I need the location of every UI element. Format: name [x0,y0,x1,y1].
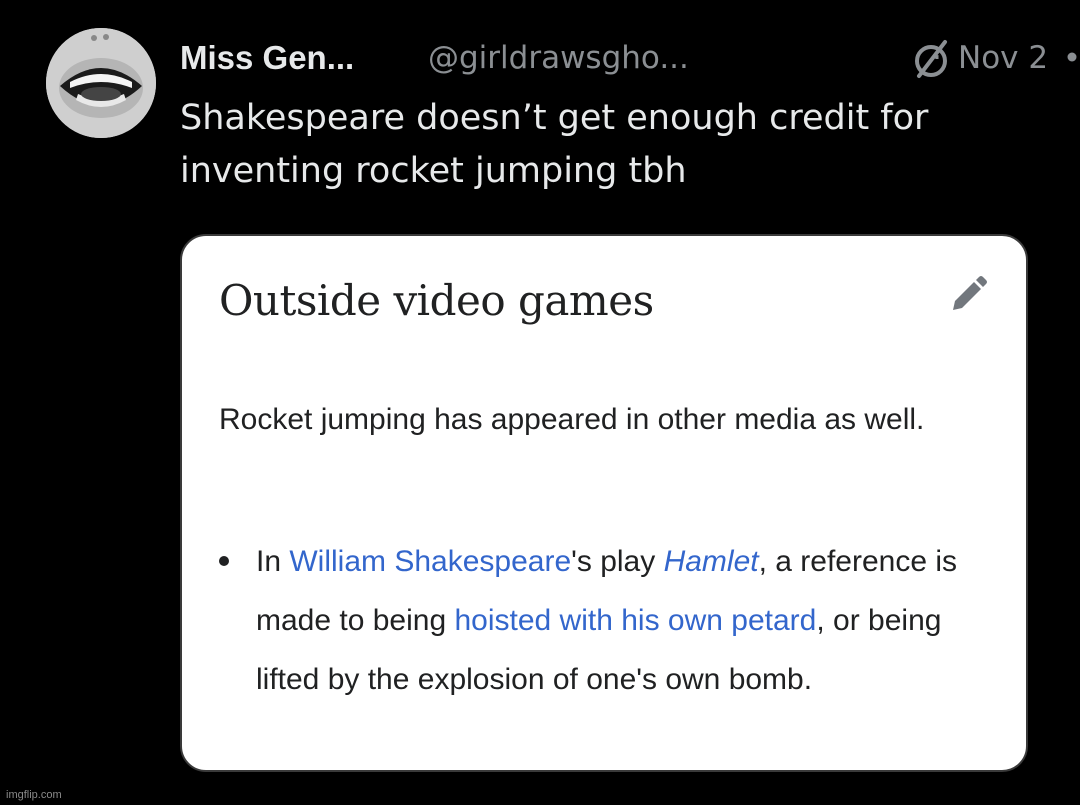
avatar[interactable] [46,28,156,138]
more-icon[interactable] [1065,44,1080,70]
link-william-shakespeare[interactable]: William Shakespeare [289,545,571,578]
tweet-text: Shakespeare doesn’t get enough credit fo… [180,98,929,191]
list-text-part: In [256,545,290,578]
section-heading: Outside video games [219,276,654,325]
watermark: imgflip.com [6,789,62,801]
crossed-circle-icon [915,40,947,78]
user-handle[interactable]: @girldrawsgho... [428,34,689,82]
bullet-marker [219,556,229,566]
tweet-date[interactable]: Nov 2 [958,34,1048,82]
tweet-header: Miss Gen... @girldrawsgho... · Nov 2 [180,34,1077,82]
intro-paragraph: Rocket jumping has appeared in other med… [219,403,925,436]
attached-image-card[interactable]: Outside video games Rocket jumping has a… [180,234,1028,772]
avatar-photo [46,28,156,138]
pencil-icon[interactable] [945,272,991,318]
display-name[interactable]: Miss Gen... [180,34,354,82]
list-text-part: 's play [571,545,664,578]
link-hamlet[interactable]: Hamlet [664,545,759,578]
link-hoisted-with-his-own-petard[interactable]: hoisted with his own petard [454,604,816,637]
list-item-text: In William Shakespeare's play Hamlet, a … [256,532,989,709]
list-item: In William Shakespeare's play Hamlet, a … [219,532,989,709]
